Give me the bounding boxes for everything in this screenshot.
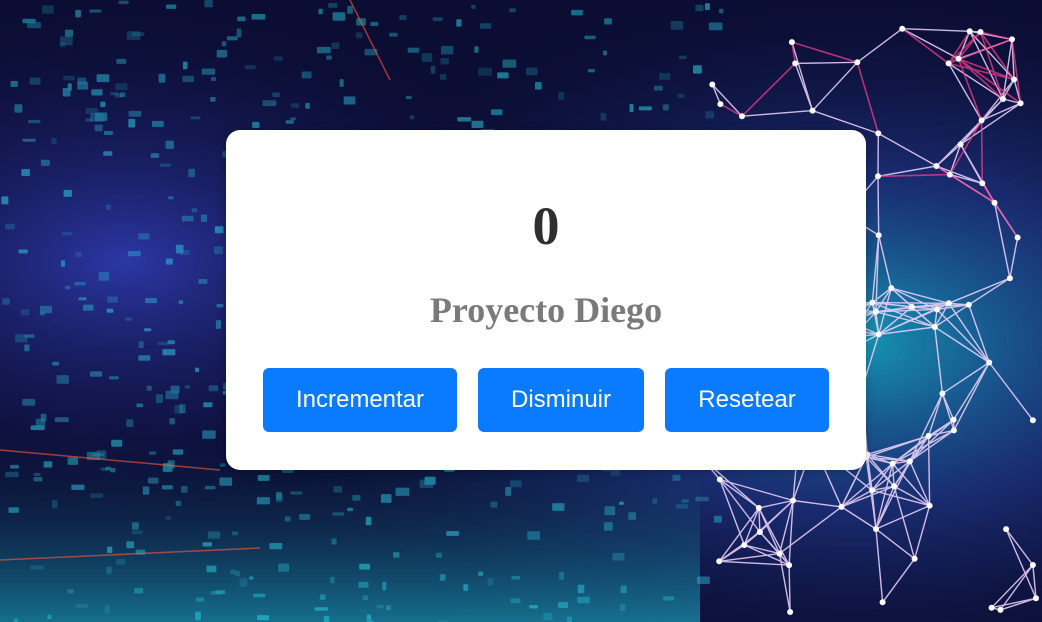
increment-button[interactable]: Incrementar	[263, 368, 457, 432]
counter-card: 0 Proyecto Diego Incrementar Disminuir R…	[226, 130, 866, 470]
counter-value: 0	[532, 196, 560, 256]
reset-button[interactable]: Resetear	[665, 368, 829, 432]
project-title: Proyecto Diego	[429, 290, 663, 330]
decrement-button[interactable]: Disminuir	[478, 368, 644, 432]
